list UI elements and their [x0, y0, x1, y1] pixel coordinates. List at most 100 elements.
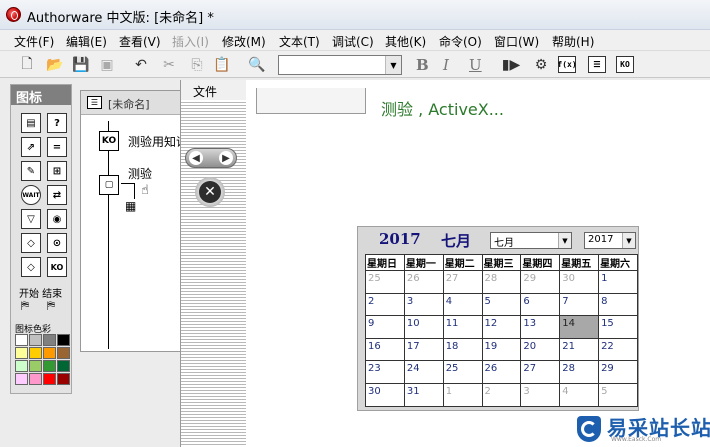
- calendar-day[interactable]: 4: [442, 292, 483, 317]
- calendar-day[interactable]: 30: [365, 382, 405, 407]
- calendar-day[interactable]: 28: [559, 360, 600, 384]
- functions-window-icon[interactable]: f(x): [557, 56, 577, 73]
- calendar-day[interactable]: 23: [365, 360, 405, 384]
- presentation-menu-file[interactable]: 文件: [193, 83, 217, 100]
- calendar-day[interactable]: 25: [365, 270, 405, 294]
- menu-insert[interactable]: 插入(I): [172, 33, 209, 50]
- end-flag-icon[interactable]: ⛿: [47, 299, 55, 313]
- calendar-day[interactable]: 12: [481, 315, 522, 339]
- navigate-icon[interactable]: ⇄: [47, 185, 67, 205]
- partial-button[interactable]: [256, 88, 366, 114]
- chevron-down-icon[interactable]: ▼: [385, 56, 401, 74]
- control-panel-icon[interactable]: ⚙: [530, 54, 552, 76]
- color-swatch[interactable]: [15, 347, 28, 359]
- new-file-icon[interactable]: 🗋: [16, 54, 38, 76]
- undo-icon[interactable]: ↶: [130, 54, 152, 76]
- color-swatch[interactable]: [43, 334, 56, 346]
- variables-window-icon[interactable]: ☰: [588, 56, 606, 73]
- calendar-day[interactable]: 3: [520, 382, 561, 407]
- menu-debug[interactable]: 调试(C): [332, 33, 374, 50]
- calendar-day[interactable]: 27: [442, 270, 483, 294]
- calendar-day[interactable]: 1: [442, 382, 483, 407]
- find-icon[interactable]: 🔍: [246, 54, 268, 76]
- calendar-day[interactable]: 29: [598, 360, 638, 384]
- calendar-day[interactable]: 5: [481, 292, 522, 317]
- font-style-combo[interactable]: ▼: [278, 55, 402, 75]
- arrow-left-icon[interactable]: ◀: [189, 151, 203, 165]
- color-swatch[interactable]: [29, 347, 42, 359]
- menu-other[interactable]: 其他(K): [385, 33, 426, 50]
- flow-node-label[interactable]: 测验用知识: [128, 133, 183, 150]
- wait-question-icon[interactable]: ?: [47, 113, 67, 133]
- calendar-day[interactable]: 6: [520, 292, 561, 317]
- calendar-day[interactable]: 27: [520, 360, 561, 384]
- calendar-day[interactable]: 30: [559, 270, 600, 294]
- calendar-day[interactable]: 11: [442, 315, 483, 339]
- flow-node-ko-icon[interactable]: KO: [99, 131, 119, 151]
- start-flag-icon[interactable]: ⛿: [21, 299, 29, 313]
- knowledge-objects-icon[interactable]: KO: [616, 56, 634, 73]
- calendar-day[interactable]: 25: [442, 360, 483, 384]
- framework-icon[interactable]: ▽: [21, 209, 41, 229]
- color-swatch[interactable]: [15, 334, 28, 346]
- import-icon[interactable]: ▣: [96, 54, 118, 76]
- flow-node-framework-icon[interactable]: ▢: [99, 175, 119, 195]
- calendar-day[interactable]: 15: [598, 315, 638, 339]
- chevron-down-icon[interactable]: ▼: [558, 233, 571, 248]
- motion-icon[interactable]: ⇗: [21, 137, 41, 157]
- flow-node-label[interactable]: 测验: [128, 165, 152, 182]
- calendar-day[interactable]: 5: [598, 382, 638, 407]
- flowline-tab[interactable]: ☰ [未命名]: [81, 91, 184, 115]
- sound-icon[interactable]: ◇: [21, 257, 41, 277]
- calendar-day[interactable]: 22: [598, 337, 638, 362]
- paste-icon[interactable]: 📋: [211, 54, 233, 76]
- color-swatch[interactable]: [43, 360, 56, 372]
- color-swatch[interactable]: [15, 373, 28, 385]
- close-button[interactable]: ✕: [195, 177, 225, 207]
- restart-icon[interactable]: ▮▶: [500, 54, 522, 76]
- calendar-day[interactable]: 20: [520, 337, 561, 362]
- arrow-right-icon[interactable]: ▶: [219, 151, 233, 165]
- cut-icon[interactable]: ✂: [158, 54, 180, 76]
- menu-help[interactable]: 帮助(H): [552, 33, 594, 50]
- calc-icon[interactable]: ✎: [21, 161, 41, 181]
- color-swatch[interactable]: [29, 373, 42, 385]
- calendar-day[interactable]: 9: [365, 315, 405, 339]
- calendar-day[interactable]: 28: [481, 270, 522, 294]
- calendar-day[interactable]: 18: [442, 337, 483, 362]
- menu-view[interactable]: 查看(V): [119, 33, 161, 50]
- color-swatch[interactable]: [57, 334, 70, 346]
- color-swatch[interactable]: [57, 373, 70, 385]
- calendar-day[interactable]: 3: [403, 292, 444, 317]
- italic-button[interactable]: I: [443, 56, 449, 74]
- display-icon[interactable]: ▤: [21, 113, 41, 133]
- interaction-icon[interactable]: ⊙: [47, 233, 67, 253]
- color-swatch[interactable]: [57, 360, 70, 372]
- save-all-icon[interactable]: 💾: [70, 54, 92, 76]
- calendar-day[interactable]: 24: [403, 360, 444, 384]
- open-folder-icon[interactable]: 📂: [44, 54, 66, 76]
- knowledge-object-icon[interactable]: KO: [47, 257, 67, 277]
- menu-command[interactable]: 命令(O): [439, 33, 482, 50]
- year-select[interactable]: 2017 ▼: [584, 232, 636, 249]
- decision-icon[interactable]: ◇: [21, 233, 41, 253]
- color-swatch[interactable]: [57, 347, 70, 359]
- color-swatch[interactable]: [29, 334, 42, 346]
- calendar-day[interactable]: 13: [520, 315, 561, 339]
- calendar-day[interactable]: 21: [559, 337, 600, 362]
- calendar-day[interactable]: 10: [403, 315, 444, 339]
- calendar-day[interactable]: 16: [365, 337, 405, 362]
- erase-icon[interactable]: =: [47, 137, 67, 157]
- calendar-day[interactable]: 7: [559, 292, 600, 317]
- month-select[interactable]: 七月 ▼: [490, 232, 572, 249]
- menu-file[interactable]: 文件(F): [14, 33, 54, 50]
- calendar-day[interactable]: 31: [403, 382, 444, 407]
- calendar-day-selected[interactable]: 14: [559, 315, 600, 339]
- calendar-day[interactable]: 19: [481, 337, 522, 362]
- calendar-day[interactable]: 26: [481, 360, 522, 384]
- calendar-day[interactable]: 2: [481, 382, 522, 407]
- map-icon[interactable]: ⊞: [47, 161, 67, 181]
- calendar-day[interactable]: 29: [520, 270, 561, 294]
- chevron-down-icon[interactable]: ▼: [622, 233, 635, 248]
- color-swatch[interactable]: [43, 373, 56, 385]
